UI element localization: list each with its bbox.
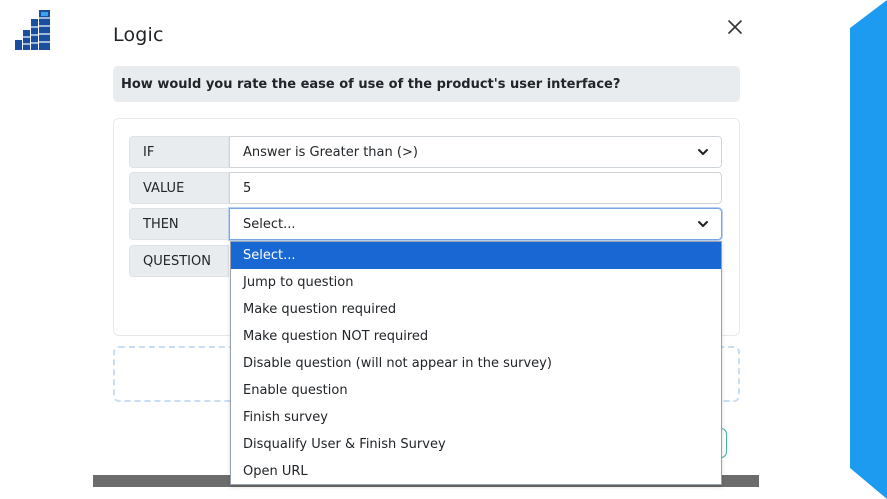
dropdown-option[interactable]: Open URL	[231, 458, 721, 485]
dropdown-option[interactable]: Select...	[231, 242, 721, 269]
then-action-value: Select...	[243, 216, 296, 232]
dropdown-option[interactable]: Finish survey	[231, 404, 721, 431]
chevron-down-icon	[698, 149, 708, 155]
then-label: THEN	[129, 208, 229, 240]
dropdown-option[interactable]: Enable question	[231, 377, 721, 404]
question-banner: How would you rate the ease of use of th…	[113, 66, 740, 102]
dropdown-option[interactable]: Jump to question	[231, 269, 721, 296]
then-action-dropdown[interactable]: Select... Jump to question Make question r…	[230, 241, 722, 485]
app-logo	[15, 10, 50, 50]
dropdown-option[interactable]: Disable question (will not appear in the…	[231, 350, 721, 377]
then-action-select[interactable]: Select...	[229, 208, 722, 240]
question-label: QUESTION	[129, 245, 229, 277]
if-condition-value: Answer is Greater than (>)	[243, 144, 418, 160]
value-input[interactable]: 5	[229, 172, 722, 204]
modal-title: Logic	[113, 24, 164, 46]
dropdown-option[interactable]: Make question NOT required	[231, 323, 721, 350]
chevron-down-icon	[698, 221, 708, 227]
question-text: How would you rate the ease of use of th…	[121, 76, 621, 92]
if-condition-select[interactable]: Answer is Greater than (>)	[229, 136, 722, 168]
dropdown-option[interactable]: Make question required	[231, 296, 721, 323]
if-label: IF	[129, 136, 229, 168]
close-icon[interactable]	[724, 16, 746, 38]
brand-side-band	[850, 0, 887, 499]
value-input-text: 5	[243, 180, 252, 196]
dropdown-option[interactable]: Disqualify User & Finish Survey	[231, 431, 721, 458]
value-label: VALUE	[129, 172, 229, 204]
